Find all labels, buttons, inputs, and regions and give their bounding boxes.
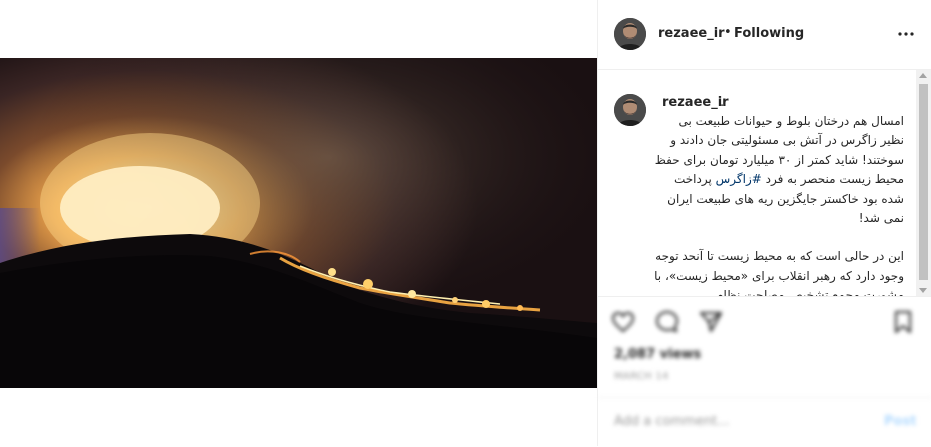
caption-paragraph: این در حالی است که به محیط زیست تا آنحد …: [654, 249, 904, 296]
separator-dot: •: [724, 25, 732, 40]
post-photo[interactable]: [0, 58, 597, 388]
heart-icon[interactable]: [610, 309, 636, 335]
media-area: [0, 0, 597, 446]
profile-photo-icon: [614, 94, 646, 126]
caption-username-suffix: .: [720, 95, 725, 110]
caption-scrollbar[interactable]: [916, 70, 931, 296]
scroll-up-arrow-icon[interactable]: [919, 73, 927, 78]
avatar[interactable]: [614, 18, 646, 50]
comment-icon[interactable]: [654, 309, 680, 335]
profile-photo-icon: [614, 18, 646, 50]
following-button[interactable]: Following: [734, 26, 804, 41]
caption-username-link[interactable]: rezaee_ir: [662, 95, 729, 110]
username-link[interactable]: rezaee_ir: [658, 26, 725, 41]
post-date: MARCH 14: [614, 371, 669, 382]
caption-paragraph: امسال هم درختان بلوط و حیوانات طبیعت بی …: [654, 112, 904, 228]
bookmark-icon[interactable]: [890, 309, 916, 335]
blurred-actions: 2,087 views MARCH 14 Add a comment... Po…: [598, 297, 931, 447]
post-comment-button[interactable]: Post: [884, 414, 916, 429]
scroll-down-arrow-icon[interactable]: [919, 288, 927, 293]
likes-count[interactable]: 2,087 views: [614, 347, 701, 362]
add-comment-input[interactable]: Add a comment...: [614, 414, 730, 429]
caption-text: امسال هم درختان بلوط و حیوانات طبیعت بی …: [654, 112, 904, 296]
post-header: rezaee_ir • Following: [598, 0, 931, 70]
side-panel: rezaee_ir • Following rezaee_ir . امسال …: [597, 0, 931, 446]
action-section: 2,087 views MARCH 14 Add a comment... Po…: [598, 296, 931, 446]
avatar[interactable]: [614, 94, 646, 126]
more-options-icon[interactable]: [894, 22, 918, 46]
caption-area: rezaee_ir . امسال هم درختان بلوط و حیوان…: [598, 70, 916, 296]
hashtag-link[interactable]: #زاگرس: [716, 172, 762, 186]
add-comment-bar: Add a comment... Post: [598, 397, 931, 447]
scrollbar-thumb[interactable]: [919, 84, 928, 280]
fire-photo-graphic: [0, 58, 597, 388]
share-icon[interactable]: [698, 309, 724, 335]
